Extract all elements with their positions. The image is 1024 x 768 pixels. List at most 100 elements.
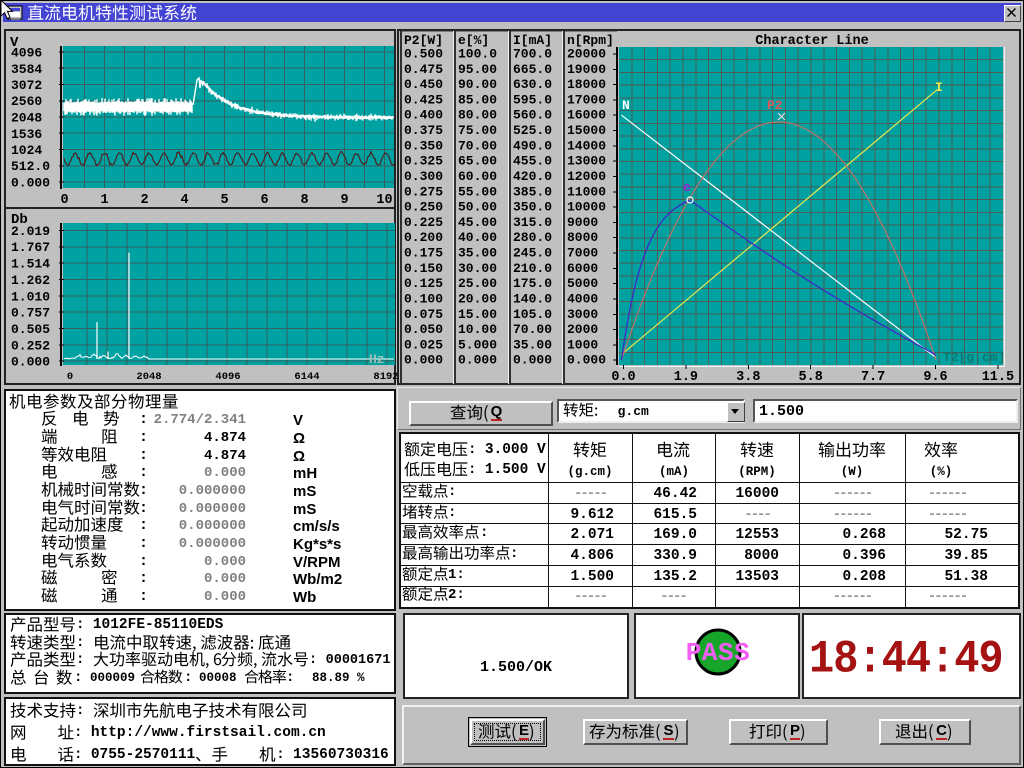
svg-text:140.0: 140.0 (513, 292, 552, 307)
svg-text:0.000: 0.000 (11, 355, 50, 370)
svg-text:P2: P2 (767, 98, 783, 113)
svg-text:0.000: 0.000 (513, 353, 552, 368)
svg-text:315.0: 315.0 (513, 215, 552, 230)
svg-text:100.0: 100.0 (458, 47, 497, 62)
svg-text:0.425: 0.425 (404, 92, 443, 107)
svg-text:2: 2 (140, 193, 148, 208)
svg-text:175.0: 175.0 (513, 276, 552, 291)
svg-text:5: 5 (220, 193, 228, 208)
svg-text:0.000: 0.000 (11, 176, 50, 191)
svg-text:2.019: 2.019 (11, 224, 50, 239)
svg-text:0.000: 0.000 (567, 353, 606, 368)
svg-text:55.00: 55.00 (458, 184, 497, 199)
svg-text:8000: 8000 (567, 230, 598, 245)
svg-text:700.0: 700.0 (513, 47, 552, 62)
svg-text:6000: 6000 (567, 261, 598, 276)
svg-text:I: I (935, 80, 943, 95)
svg-text:Hz: Hz (369, 352, 385, 367)
svg-text:4096: 4096 (11, 46, 42, 61)
svg-text:2560: 2560 (11, 94, 42, 109)
svg-text:PASS: PASS (686, 638, 750, 668)
svg-text:19000: 19000 (567, 62, 606, 77)
svg-text:0.225: 0.225 (404, 215, 443, 230)
svg-text:0: 0 (60, 193, 68, 208)
svg-text:16000: 16000 (567, 108, 606, 123)
svg-text:9000: 9000 (567, 215, 598, 230)
svg-text:350.0: 350.0 (513, 200, 552, 215)
svg-text:5000: 5000 (567, 276, 598, 291)
svg-text:10.00: 10.00 (458, 322, 497, 337)
svg-text:12000: 12000 (567, 169, 606, 184)
svg-text:1.262: 1.262 (11, 273, 50, 288)
svg-text:210.0: 210.0 (513, 261, 552, 276)
svg-text:80.00: 80.00 (458, 108, 497, 123)
svg-text:17000: 17000 (567, 92, 606, 107)
svg-text:560.0: 560.0 (513, 108, 552, 123)
svg-text:525.0: 525.0 (513, 123, 552, 138)
svg-text:0.400: 0.400 (404, 108, 443, 123)
svg-text:5.8: 5.8 (799, 370, 823, 385)
svg-text:490.0: 490.0 (513, 138, 552, 153)
svg-text:20.00: 20.00 (458, 292, 497, 307)
svg-text:2000: 2000 (567, 322, 598, 337)
svg-text:85.00: 85.00 (458, 92, 497, 107)
svg-text:1536: 1536 (11, 127, 42, 142)
svg-text:0.075: 0.075 (404, 307, 443, 322)
svg-text:8: 8 (300, 193, 308, 208)
svg-text:11.5: 11.5 (982, 370, 1014, 385)
svg-text:11000: 11000 (567, 184, 606, 199)
svg-text:0.000: 0.000 (458, 353, 497, 368)
svg-text:0.505: 0.505 (11, 322, 50, 337)
svg-text:7000: 7000 (567, 246, 598, 261)
svg-text:0.050: 0.050 (404, 322, 443, 337)
svg-text:420.0: 420.0 (513, 169, 552, 184)
svg-text:1.010: 1.010 (11, 289, 50, 304)
svg-text:14000: 14000 (567, 138, 606, 153)
svg-text:30.00: 30.00 (458, 261, 497, 276)
svg-text:5.000: 5.000 (458, 337, 497, 352)
svg-text:3072: 3072 (11, 78, 42, 93)
svg-text:280.0: 280.0 (513, 230, 552, 245)
svg-text:105.0: 105.0 (513, 307, 552, 322)
svg-text:0.375: 0.375 (404, 123, 443, 138)
svg-text:35.00: 35.00 (458, 246, 497, 261)
svg-text:15.00: 15.00 (458, 307, 497, 322)
svg-text:10: 10 (376, 193, 392, 208)
svg-text:70.00: 70.00 (513, 322, 552, 337)
svg-text:75.00: 75.00 (458, 123, 497, 138)
svg-text:90.00: 90.00 (458, 77, 497, 92)
svg-text:630.0: 630.0 (513, 77, 552, 92)
svg-text:0.0: 0.0 (611, 370, 635, 385)
svg-text:6144: 6144 (294, 371, 319, 383)
svg-text:13000: 13000 (567, 154, 606, 169)
svg-text:2048: 2048 (136, 371, 161, 383)
svg-text:0.000: 0.000 (404, 353, 443, 368)
svg-text:0.300: 0.300 (404, 169, 443, 184)
svg-text:455.0: 455.0 (513, 154, 552, 169)
svg-text:0.100: 0.100 (404, 292, 443, 307)
svg-text:9.6: 9.6 (923, 370, 947, 385)
svg-text:0.150: 0.150 (404, 261, 443, 276)
svg-text:0.275: 0.275 (404, 184, 443, 199)
svg-text:15000: 15000 (567, 123, 606, 138)
svg-text:4: 4 (180, 193, 188, 208)
svg-text:1: 1 (100, 193, 108, 208)
svg-text:7.7: 7.7 (861, 370, 885, 385)
svg-text:1000: 1000 (567, 337, 598, 352)
svg-text:0.325: 0.325 (404, 154, 443, 169)
svg-text:70.00: 70.00 (458, 138, 497, 153)
svg-text:45.00: 45.00 (458, 215, 497, 230)
svg-text:0.757: 0.757 (11, 306, 50, 321)
svg-text:595.0: 595.0 (513, 92, 552, 107)
svg-text:T2[g.cm]: T2[g.cm] (943, 350, 1005, 365)
svg-text:60.00: 60.00 (458, 169, 497, 184)
svg-text:2048: 2048 (11, 111, 42, 126)
svg-text:3000: 3000 (567, 307, 598, 322)
svg-text:10000: 10000 (567, 200, 606, 215)
svg-text:0.175: 0.175 (404, 246, 443, 261)
svg-text:0: 0 (67, 371, 73, 383)
svg-text:9: 9 (340, 193, 348, 208)
svg-text:0.200: 0.200 (404, 230, 443, 245)
svg-text:665.0: 665.0 (513, 62, 552, 77)
svg-text:6: 6 (260, 193, 268, 208)
